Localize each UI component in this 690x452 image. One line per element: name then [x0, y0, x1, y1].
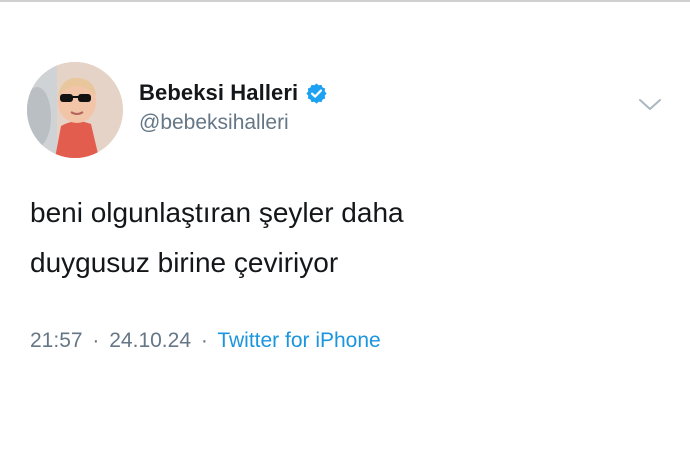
- display-name[interactable]: Bebeksi Halleri: [139, 80, 298, 106]
- tweet-header: Bebeksi Halleri @bebeksihalleri: [139, 78, 328, 135]
- top-divider: [0, 0, 690, 2]
- avatar[interactable]: [27, 62, 123, 158]
- meta-separator: ·: [92, 329, 100, 352]
- name-row: Bebeksi Halleri: [139, 78, 328, 108]
- tweet-time: 21:57: [30, 329, 83, 352]
- meta-separator: ·: [200, 329, 208, 352]
- chevron-down-icon[interactable]: [637, 96, 663, 114]
- tweet-date: 24.10.24: [109, 329, 191, 352]
- verified-badge-icon: [305, 82, 328, 105]
- tweet-screenshot: Bebeksi Halleri @bebeksihalleri beni olg…: [0, 0, 690, 452]
- tweet-meta: 21:57 · 24.10.24 · Twitter for iPhone: [30, 329, 381, 353]
- tweet-text: beni olgunlaştıran şeyler daha duygusuz …: [30, 188, 660, 288]
- tweet-source-link[interactable]: Twitter for iPhone: [217, 329, 380, 352]
- tweet-text-line-2: duygusuz birine çeviriyor: [30, 247, 339, 278]
- user-handle[interactable]: @bebeksihalleri: [139, 111, 328, 135]
- tweet-text-line-1: beni olgunlaştıran şeyler daha: [30, 197, 404, 228]
